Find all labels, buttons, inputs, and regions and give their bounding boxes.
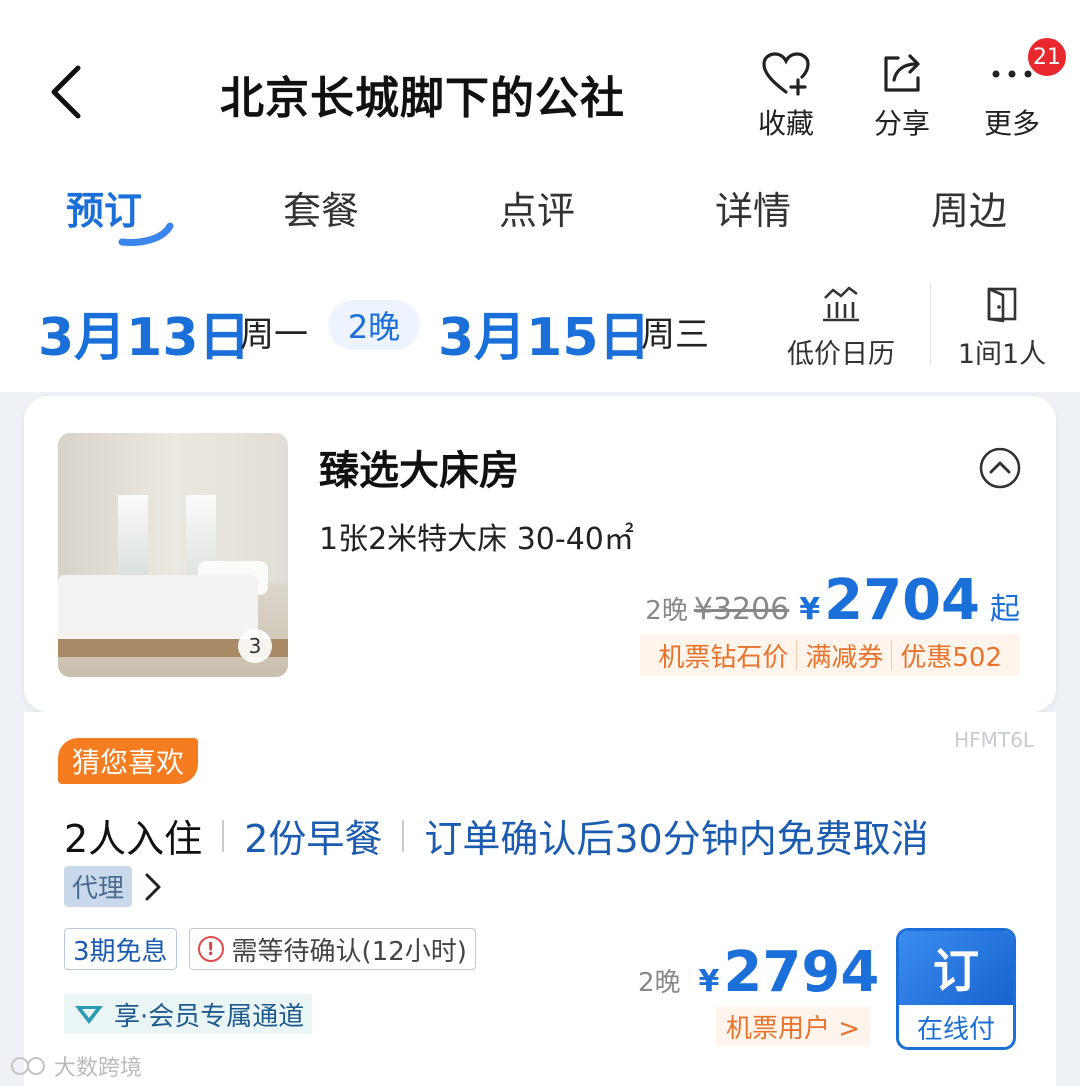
promo-diamond: 机票钻石价 — [658, 642, 789, 673]
share-label: 分享 — [873, 107, 930, 140]
tab-details[interactable]: 详情 — [715, 180, 791, 235]
plan-currency: ¥ — [698, 964, 720, 999]
policy-tags: 3期免息 ! 需等待确认(12小时) — [64, 928, 488, 970]
checkout-weekday: 周三 — [641, 315, 709, 355]
rooms-guests-button[interactable]: 1间1人 — [956, 282, 1048, 371]
divider — [930, 284, 931, 364]
price-suffix: 起 — [990, 592, 1020, 627]
original-price: ¥3206 — [693, 592, 790, 627]
tab-reviews[interactable]: 点评 — [499, 180, 575, 235]
back-button[interactable] — [40, 60, 100, 130]
plan-price-value: 2794 — [723, 940, 880, 1005]
collapse-button[interactable] — [978, 446, 1022, 490]
book-label: 订 — [899, 931, 1013, 1005]
chevron-right-icon — [145, 873, 161, 900]
plan-code: HFMT6L — [954, 728, 1034, 752]
more-button[interactable]: 21 更多 — [962, 36, 1068, 142]
share-icon — [884, 54, 920, 92]
agent-row[interactable]: 代理 — [64, 866, 164, 907]
app-header: 北京长城脚下的公社 收藏 分享 21 更多 — [0, 0, 1080, 160]
room-photo[interactable]: 3 — [58, 433, 288, 677]
breakfast-info: 2份早餐 — [244, 817, 383, 861]
alert-icon: ! — [197, 936, 224, 962]
watermark-text: 大数跨境 — [54, 1056, 143, 1081]
room-name: 臻选大床房 — [319, 448, 519, 494]
tab-package[interactable]: 套餐 — [283, 180, 359, 235]
promo-discount: 优惠502 — [900, 642, 1002, 673]
pay-online-label: 在线付 — [916, 1014, 995, 1045]
promo-strip: 机票钻石价 满减券 优惠502 — [640, 634, 1020, 676]
member-channel-label: 享·会员专属通道 — [114, 1001, 305, 1032]
agent-tag: 代理 — [64, 866, 133, 907]
checkin-weekday: 周一 — [240, 315, 308, 355]
more-label: 更多 — [983, 107, 1040, 140]
book-button[interactable]: 订 在线付 — [896, 928, 1016, 1050]
currency-symbol: ¥ — [799, 592, 821, 627]
diamond-icon — [75, 1006, 103, 1024]
share-button[interactable]: 分享 — [852, 48, 952, 142]
confirm-tag: ! 需等待确认(12小时) — [188, 928, 476, 970]
heart-plus-icon — [762, 52, 810, 96]
notification-badge: 21 — [1026, 36, 1068, 78]
installment-tag: 3期免息 — [64, 928, 177, 970]
rate-plan[interactable]: HFMT6L 猜您喜欢 2人入住 2份早餐 订单确认后30分钟内免费取消 代理 … — [24, 712, 1056, 1086]
photo-count: 3 — [238, 629, 272, 663]
watermark-logo-icon — [11, 1057, 45, 1075]
room-price: 2晚 ¥3206 ¥ 2704 起 — [645, 568, 1020, 633]
price-value: 2704 — [824, 568, 980, 633]
favorite-button[interactable]: 收藏 — [736, 48, 836, 142]
room-card[interactable]: 3 臻选大床房 1张2米特大床 30-40㎡ 2晚 ¥3206 ¥ 2704 起… — [24, 396, 1056, 712]
door-icon — [987, 287, 1017, 323]
rooms-label: 1间1人 — [957, 339, 1047, 370]
favorite-label: 收藏 — [757, 107, 814, 140]
plan-nights: 2晚 — [638, 968, 681, 998]
active-tab-indicator — [118, 222, 174, 246]
flight-user-link[interactable]: 机票用户 > — [716, 1006, 871, 1046]
cancel-policy: 订单确认后30分钟内免费取消 — [424, 817, 929, 861]
watermark: 大数跨境 — [10, 1050, 142, 1082]
room-nights: 2晚 — [645, 596, 688, 626]
guests-count: 2人入住 — [64, 817, 203, 861]
promo-coupon: 满减券 — [805, 642, 884, 673]
checkout-date[interactable]: 3月15日 — [438, 295, 651, 370]
page-title: 北京长城脚下的公社 — [220, 73, 625, 124]
nights-pill: 2晚 — [328, 300, 420, 350]
plan-price: 2晚 ¥ 2794 — [638, 940, 879, 1005]
chevron-up-circle-icon — [979, 447, 1021, 489]
price-chart-icon — [823, 286, 859, 322]
confirm-text: 需等待确认(12小时) — [231, 936, 467, 967]
plan-summary: 2人入住 2份早餐 订单确认后30分钟内免费取消 — [64, 808, 929, 863]
tab-nearby[interactable]: 周边 — [931, 180, 1007, 235]
room-spec: 1张2米特大床 30-40㎡ — [319, 522, 634, 557]
calendar-label: 低价日历 — [787, 339, 895, 370]
low-price-calendar-button[interactable]: 低价日历 — [782, 282, 900, 371]
member-channel[interactable]: 享·会员专属通道 — [64, 994, 313, 1034]
checkin-date[interactable]: 3月13日 — [38, 295, 251, 370]
date-selector[interactable]: 3月13日 周一 2晚 3月15日 周三 低价日历 1间1人 — [0, 270, 1080, 390]
chevron-left-icon — [51, 65, 81, 119]
recommend-tag: 猜您喜欢 — [58, 738, 199, 784]
